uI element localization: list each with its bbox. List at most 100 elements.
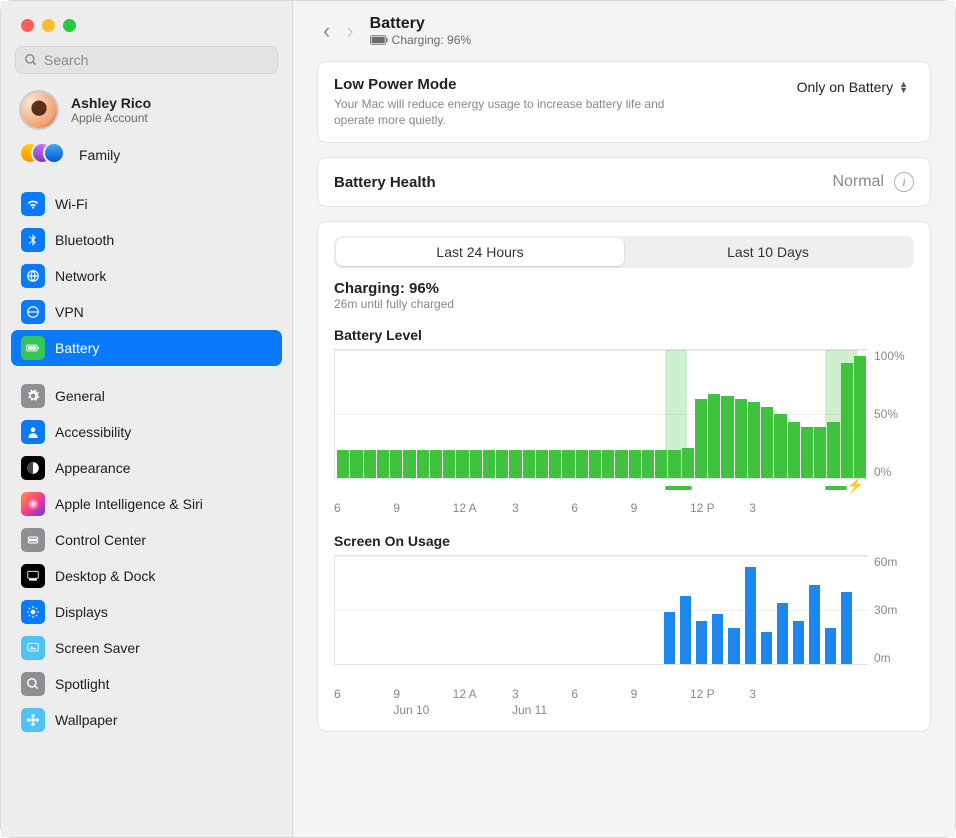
battery-bar <box>708 394 720 478</box>
battery-bar <box>576 450 588 478</box>
battery-bar <box>403 450 415 478</box>
battery-bar <box>788 422 800 478</box>
battery-health-card[interactable]: Battery Health Normal i <box>317 157 931 207</box>
main-content: ‹ › Battery Charging: 96% Low Power Mode… <box>293 1 955 837</box>
battery-bar <box>562 450 574 478</box>
battery-health-title: Battery Health <box>334 174 436 191</box>
segment-last-10-days[interactable]: Last 10 Days <box>624 238 912 266</box>
screen-on-title: Screen On Usage <box>334 533 914 549</box>
battery-bar <box>748 402 760 479</box>
sidebar-item-cc[interactable]: Control Center <box>11 522 282 558</box>
lpm-title: Low Power Mode <box>334 76 704 93</box>
back-button[interactable]: ‹ <box>323 20 330 42</box>
usage-bar <box>664 612 675 664</box>
battery-bar <box>721 396 733 478</box>
sidebar-item-accessibility[interactable]: Accessibility <box>11 414 282 450</box>
siri-icon <box>21 492 45 516</box>
date-row: Jun 10Jun 11 <box>334 703 914 717</box>
user-avatar <box>19 90 59 130</box>
chevron-updown-icon: ▲▼ <box>899 81 908 93</box>
lpm-popup-button[interactable]: Only on Battery ▲▼ <box>791 76 914 98</box>
sidebar-item-displays[interactable]: Displays <box>11 594 282 630</box>
minimize-window-button[interactable] <box>42 19 55 32</box>
sidebar-item-wifi[interactable]: Wi-Fi <box>11 186 282 222</box>
window-controls <box>1 11 292 46</box>
battery-bar <box>615 450 627 478</box>
search-field[interactable] <box>15 46 278 74</box>
usage-bar <box>777 603 788 664</box>
gear-icon <box>21 384 45 408</box>
bt-icon <box>21 228 45 252</box>
screen-on-yaxis: 60m30m0m <box>868 555 914 665</box>
header: ‹ › Battery Charging: 96% <box>317 15 931 47</box>
usage-bar <box>825 628 836 664</box>
appearance-icon <box>21 456 45 480</box>
usage-bar <box>728 628 739 664</box>
sidebar-item-appearance[interactable]: Appearance <box>11 450 282 486</box>
usage-bar <box>841 592 852 664</box>
sidebar-item-ai[interactable]: Apple Intelligence & Siri <box>11 486 282 522</box>
sidebar-item-label: Appearance <box>55 460 131 476</box>
close-window-button[interactable] <box>21 19 34 32</box>
dock-icon <box>21 564 45 588</box>
sidebar-item-label: Apple Intelligence & Siri <box>55 496 203 512</box>
screen-on-chart: 60m30m0m <box>334 555 914 665</box>
timeframe-segmented-control[interactable]: Last 24 Hours Last 10 Days <box>334 236 914 268</box>
battery-bar <box>536 450 548 478</box>
sun-icon <box>21 600 45 624</box>
sidebar-item-label: Desktop & Dock <box>55 568 155 584</box>
info-icon[interactable]: i <box>894 172 914 192</box>
battery-bar <box>390 450 402 478</box>
battery-bar <box>774 414 786 478</box>
battery-level-plot: ⚡ <box>334 349 868 479</box>
battery-bar <box>761 407 773 479</box>
battery-bar <box>735 399 747 478</box>
lpm-description: Your Mac will reduce energy usage to inc… <box>334 96 704 128</box>
battery-bar <box>430 450 442 478</box>
charging-heading: Charging: 96% <box>334 280 914 297</box>
battery-icon <box>21 336 45 360</box>
sidebar-item-label: Displays <box>55 604 108 620</box>
zoom-window-button[interactable] <box>63 19 76 32</box>
battery-bar <box>602 450 614 478</box>
bolt-icon: ⚡ <box>847 477 864 494</box>
segment-last-24-hours[interactable]: Last 24 Hours <box>336 238 624 266</box>
sidebar-item-label: Wi-Fi <box>55 196 88 212</box>
sidebar-item-label: Battery <box>55 340 99 356</box>
sidebar-item-spotlight[interactable]: Spotlight <box>11 666 282 702</box>
battery-bar <box>364 450 376 478</box>
sidebar-item-wallpaper[interactable]: Wallpaper <box>11 702 282 738</box>
vpn-icon <box>21 300 45 324</box>
sidebar-item-bluetooth[interactable]: Bluetooth <box>11 222 282 258</box>
sidebar-item-network[interactable]: Network <box>11 258 282 294</box>
battery-bar <box>496 450 508 478</box>
usage-bar <box>680 596 691 664</box>
usage-bar <box>809 585 820 664</box>
sidebar-item-battery[interactable]: Battery <box>11 330 282 366</box>
nav: Wi-Fi Bluetooth NetworkVPN Battery General Ac… <box>1 180 292 744</box>
sidebar-item-label: Bluetooth <box>55 232 114 248</box>
battery-health-status: Normal <box>832 173 884 191</box>
sidebar-item-vpn[interactable]: VPN <box>11 294 282 330</box>
sidebar-item-label: Control Center <box>55 532 146 548</box>
sidebar-item-general[interactable]: General <box>11 378 282 414</box>
usage-bar <box>745 567 756 664</box>
sidebar-item-apple-account[interactable]: Ashley Rico Apple Account <box>1 84 292 136</box>
sidebar-item-label: General <box>55 388 105 404</box>
user-sub: Apple Account <box>71 111 151 125</box>
sidebar-item-desktop[interactable]: Desktop & Dock <box>11 558 282 594</box>
battery-bar <box>549 450 561 478</box>
search-icon <box>21 672 45 696</box>
low-power-mode-card: Low Power Mode Your Mac will reduce ener… <box>317 61 931 143</box>
search-input[interactable] <box>44 52 269 68</box>
sidebar-item-family[interactable]: Family <box>1 136 292 180</box>
page-title: Battery <box>370 15 471 33</box>
screen-on-xaxis: 6912 A36912 P3 <box>334 687 914 701</box>
search-icon <box>24 53 38 67</box>
forward-button[interactable]: › <box>346 20 353 42</box>
globe-icon <box>21 264 45 288</box>
sidebar-item-screensaver[interactable]: Screen Saver <box>11 630 282 666</box>
wifi-icon <box>21 192 45 216</box>
family-avatars <box>19 142 67 168</box>
usage-bar <box>696 621 707 664</box>
